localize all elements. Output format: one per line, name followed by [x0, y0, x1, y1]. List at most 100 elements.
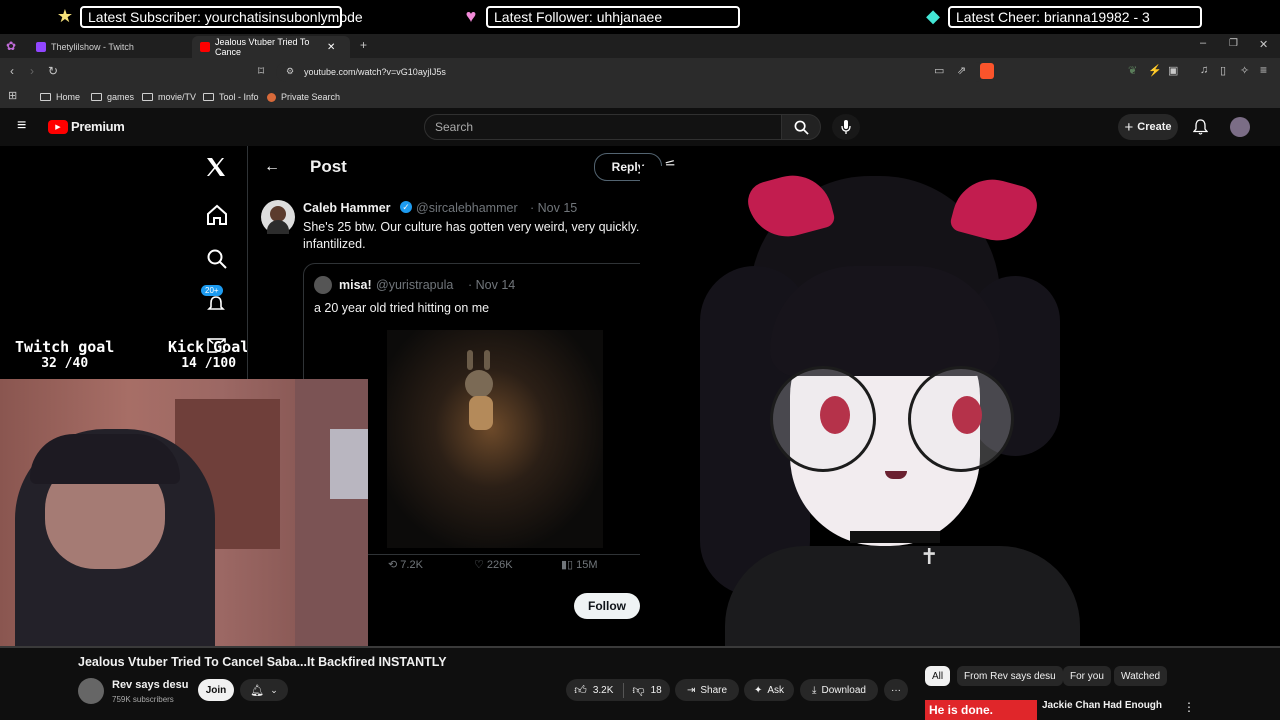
new-tab-icon[interactable]: +: [360, 38, 367, 52]
bookmark-private-search[interactable]: Private Search: [267, 90, 340, 104]
voice-search-button[interactable]: [832, 114, 860, 140]
ask-button[interactable]: ✦ Ask: [744, 679, 794, 701]
tab-youtube[interactable]: Jealous Vtuber Tried To Cance ✕: [192, 36, 350, 58]
views-stat: ▮▯ 15M: [561, 558, 598, 571]
browser-logo-icon[interactable]: ✿: [6, 39, 16, 53]
like-count: 3.2K: [592, 684, 614, 696]
progress-bar[interactable]: [0, 646, 1280, 648]
close-window-icon[interactable]: ✕: [1259, 38, 1268, 51]
create-label: Create: [1137, 121, 1172, 133]
subscribed-notifications-button[interactable]: 🔔︎ ⌄: [240, 679, 288, 701]
account-avatar[interactable]: [1230, 117, 1250, 137]
explore-search-icon: [207, 249, 227, 269]
logo-text: Premium: [71, 119, 125, 134]
notifications-bell-icon[interactable]: [1193, 119, 1208, 135]
cast-icon[interactable]: ▭: [934, 64, 944, 77]
chip-label: For you: [1070, 670, 1104, 682]
folder-icon: [91, 93, 102, 101]
folder-icon: [40, 93, 51, 101]
post-text-line2: infantilized.: [303, 237, 366, 251]
browser-tab-bar: ✿ Thetylilshow - Twitch Jealous Vtuber T…: [0, 34, 1280, 58]
more-horizontal-icon: ···: [891, 684, 901, 696]
like-button[interactable]: 👍︎ 3.2K: [574, 682, 625, 698]
restore-icon[interactable]: ❐: [1229, 38, 1238, 49]
address-bar[interactable]: youtube.com/watch?v=vG10ayjIJ5s: [276, 62, 986, 82]
quote-text: a 20 year old tried hitting on me: [314, 301, 490, 315]
back-arrow-icon: ←: [264, 158, 280, 175]
download-button[interactable]: ⤓ Download: [800, 679, 878, 701]
dislike-button[interactable]: 👎︎ 18: [624, 683, 661, 698]
search-input[interactable]: Search: [424, 114, 782, 140]
forward-icon[interactable]: ›: [30, 64, 34, 78]
search-engine-icon: [267, 92, 276, 102]
back-icon[interactable]: ‹: [10, 64, 14, 78]
views-chart-icon: ▮▯: [561, 559, 577, 571]
heart-icon: ♥: [465, 6, 477, 26]
youtube-logo[interactable]: ▶ Premium: [48, 119, 125, 134]
chip-label: Watched: [1121, 670, 1161, 682]
video-player[interactable]: 20+ Twitch goal 32 /40 Kick Goal 14 /100…: [0, 146, 1280, 646]
search-placeholder: Search: [435, 120, 474, 134]
home-icon: [207, 204, 227, 225]
screenshot-icon[interactable]: ▣: [1168, 64, 1178, 77]
quote-author-handle: @yuristrapula: [376, 278, 454, 292]
brave-shield-icon[interactable]: [980, 63, 994, 79]
chip-label: From Rev says desu: [964, 670, 1056, 682]
kick-goal-value: 14 /100: [181, 356, 237, 371]
bookmarks-bar: ⊞ Home games movie/TV Tool - Info Privat…: [0, 86, 1280, 109]
channel-avatar[interactable]: [78, 678, 104, 704]
extensions-icon[interactable]: ⚡: [1148, 64, 1162, 77]
share-button[interactable]: ⇥ Share: [675, 679, 739, 701]
bookmark-icon[interactable]: ⌑: [258, 64, 264, 78]
channel-name[interactable]: Rev says desu: [112, 679, 188, 691]
join-button[interactable]: Join: [198, 679, 234, 701]
media-icon[interactable]: ♫: [1200, 64, 1208, 76]
sidebar-icon[interactable]: ▯: [1220, 64, 1226, 77]
create-button[interactable]: + Create: [1118, 114, 1178, 140]
quote-author-avatar: [314, 276, 332, 294]
video-info-area: Jealous Vtuber Tried To Cancel Saba...It…: [0, 646, 1280, 720]
share-page-icon[interactable]: ⇗: [957, 64, 966, 77]
more-actions-button[interactable]: ···: [884, 679, 908, 701]
download-icon: ⤓: [812, 684, 817, 696]
reload-icon[interactable]: ↻: [48, 64, 58, 78]
bookmark-movie-tv[interactable]: movie/TV: [142, 90, 196, 104]
like-stat: ♡ 226K: [474, 558, 513, 571]
folder-icon: [142, 93, 153, 101]
site-info-icon[interactable]: ⚙: [286, 66, 294, 77]
bookmark-home[interactable]: Home: [40, 90, 80, 104]
bookmark-tool-info[interactable]: Tool - Info: [203, 90, 259, 104]
chip-for-you[interactable]: For you: [1063, 666, 1111, 686]
close-tab-icon[interactable]: ✕: [327, 42, 335, 53]
hamburger-menu-icon[interactable]: ≡: [17, 117, 26, 135]
author-name: Caleb Hammer: [303, 201, 391, 215]
author-handle: @sircalebhammer: [416, 201, 518, 215]
sparkle-icon: ✦: [753, 684, 763, 696]
like-count: 226K: [486, 559, 513, 571]
tab-twitch[interactable]: Thetylilshow - Twitch: [28, 36, 188, 58]
menu-icon[interactable]: ≡: [1260, 63, 1267, 77]
chip-from-channel[interactable]: From Rev says desu: [957, 666, 1063, 686]
video-title: Jealous Vtuber Tried To Cancel Saba...It…: [78, 655, 447, 669]
folder-icon: [203, 93, 214, 101]
bookmark-label: Tool - Info: [219, 92, 259, 102]
chip-watched[interactable]: Watched: [1114, 666, 1168, 686]
apps-grid-icon[interactable]: ⊞: [8, 89, 17, 102]
recommended-title[interactable]: Jackie Chan Had Enough: [1042, 700, 1162, 711]
recommended-thumbnail[interactable]: He is done.: [925, 700, 1037, 720]
share-label: Share: [700, 684, 728, 696]
minimize-icon[interactable]: –: [1200, 37, 1206, 49]
leaf-icon[interactable]: ❦: [1128, 64, 1137, 77]
search-button[interactable]: [781, 114, 821, 140]
search-icon: [794, 120, 809, 135]
kick-goal-label: Kick Goal: [168, 338, 250, 356]
chip-all[interactable]: All: [925, 666, 951, 686]
latest-cheer: ◆ Latest Cheer: brianna19982 - 3: [922, 5, 1202, 28]
follow-button: Follow: [574, 593, 640, 619]
recommended-more-icon[interactable]: ⋮: [1183, 700, 1195, 714]
latest-follower-text: Latest Follower: uhhjanaee: [486, 5, 740, 28]
leo-icon[interactable]: ✧: [1240, 64, 1249, 77]
twitch-icon: [36, 42, 46, 52]
bookmark-games[interactable]: games: [91, 90, 134, 104]
kick-goal: Kick Goal 14 /100: [168, 338, 249, 371]
